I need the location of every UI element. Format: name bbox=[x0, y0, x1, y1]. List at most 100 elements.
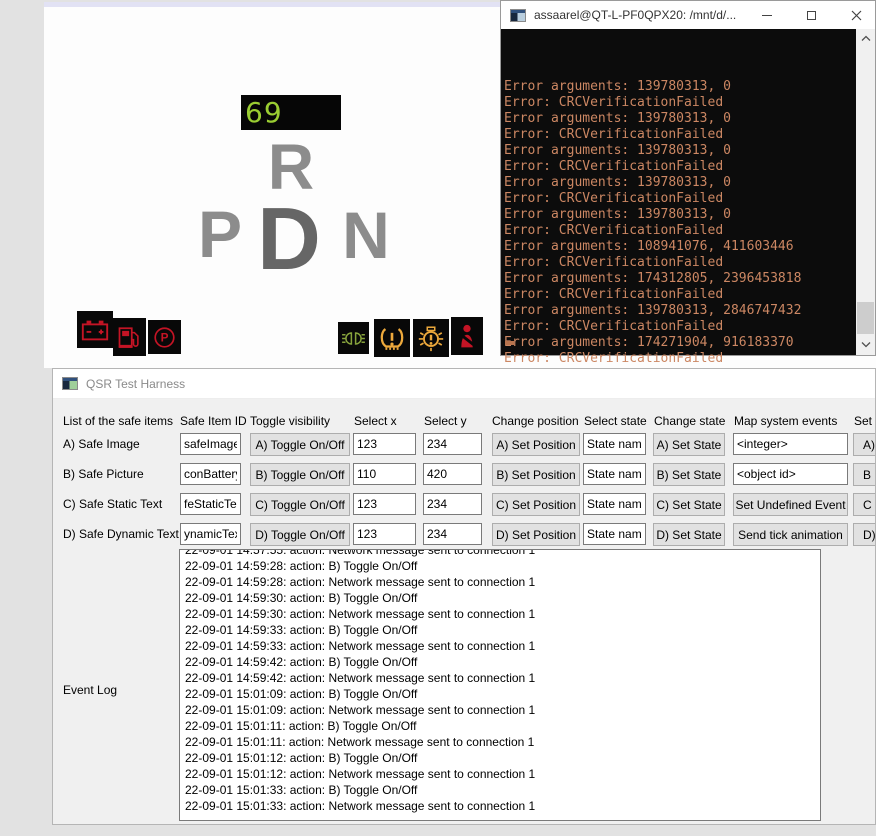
item-b-state-input[interactable] bbox=[583, 463, 646, 485]
terminal-scrollbar[interactable] bbox=[856, 29, 875, 355]
terminal-line: Error arguments: 139780313, 0 bbox=[504, 207, 855, 223]
terminal-maximize-button[interactable] bbox=[789, 1, 834, 29]
event-log-line: 22-09-01 15:01:11: action: Network messa… bbox=[185, 734, 820, 750]
event-log-line: 22-09-01 14:59:30: action: B) Toggle On/… bbox=[185, 590, 820, 606]
event-log-line: 22-09-01 14:59:30: action: Network messa… bbox=[185, 606, 820, 622]
lamp-failure-icon bbox=[413, 319, 449, 357]
terminal-line: Error: CRCVerificationFailed bbox=[504, 191, 855, 207]
terminal-line: Error: CRCVerificationFailed bbox=[504, 255, 855, 271]
column-header-select-y: Select y bbox=[424, 414, 467, 428]
terminal-app-icon bbox=[510, 9, 526, 22]
gear-indicator-park: P bbox=[196, 201, 244, 267]
scrollbar-up-button[interactable] bbox=[856, 31, 875, 46]
item-c-x-input[interactable] bbox=[353, 493, 416, 515]
item-c-undefined-event-button[interactable]: Set Undefined Event bbox=[733, 493, 848, 516]
item-d-set-state-value-button[interactable]: D) S bbox=[853, 523, 876, 546]
item-b-toggle-button[interactable]: B) Toggle On/Off bbox=[250, 463, 350, 486]
event-log-line: 22-09-01 15:01:09: action: B) Toggle On/… bbox=[185, 686, 820, 702]
terminal-titlebar[interactable]: assaarel@QT-L-PF0QPX20: /mnt/d/... bbox=[501, 1, 875, 29]
chevron-up-icon bbox=[861, 35, 871, 42]
qsr-test-harness-window: QSR Test Harness List of the safe items … bbox=[52, 368, 876, 825]
minimize-icon bbox=[762, 15, 772, 16]
terminal-line: Error arguments: 139780313, 0 bbox=[504, 79, 855, 95]
terminal-window: assaarel@QT-L-PF0QPX20: /mnt/d/... Error… bbox=[500, 0, 876, 356]
terminal-line: Error: CRCVerificationFailed bbox=[504, 95, 855, 111]
terminal-line: Error arguments: 174271904, 916183370 bbox=[504, 335, 855, 351]
gear-indicator-drive: D bbox=[255, 195, 323, 283]
item-d-state-input[interactable] bbox=[583, 523, 646, 545]
terminal-line: Error: CRCVerificationFailed bbox=[504, 351, 855, 367]
item-b-set-position-button[interactable]: B) Set Position bbox=[492, 463, 580, 486]
svg-text:P: P bbox=[161, 330, 169, 344]
scrollbar-thumb[interactable] bbox=[857, 302, 874, 334]
terminal-minimize-button[interactable] bbox=[744, 1, 789, 29]
item-c-state-input[interactable] bbox=[583, 493, 646, 515]
item-d-set-position-button[interactable]: D) Set Position bbox=[492, 523, 580, 546]
item-c-y-input[interactable] bbox=[423, 493, 482, 515]
item-c-toggle-button[interactable]: C) Toggle On/Off bbox=[250, 493, 350, 516]
event-log-line: 22-09-01 15:01:12: action: B) Toggle On/… bbox=[185, 750, 820, 766]
terminal-line: Error arguments: 139780313, 0 bbox=[504, 143, 855, 159]
column-header-select-x: Select x bbox=[354, 414, 397, 428]
item-b-y-input[interactable] bbox=[423, 463, 482, 485]
item-c-set-state-value-button[interactable]: C bbox=[853, 493, 876, 516]
item-a-state-input[interactable] bbox=[583, 433, 646, 455]
item-c-set-state-button[interactable]: C) Set State bbox=[653, 493, 725, 516]
item-a-y-input[interactable] bbox=[423, 433, 482, 455]
item-b-x-input[interactable] bbox=[353, 463, 416, 485]
battery-warning-icon bbox=[77, 311, 113, 348]
item-d-toggle-button[interactable]: D) Toggle On/Off bbox=[250, 523, 350, 546]
qsr-window-title: QSR Test Harness bbox=[86, 377, 185, 391]
event-log-line: 22-09-01 14:57:55: action: Network messa… bbox=[185, 549, 820, 558]
item-d-id-input[interactable] bbox=[180, 523, 241, 545]
item-b-set-state-value-button[interactable]: B bbox=[853, 463, 876, 486]
qsr-titlebar[interactable]: QSR Test Harness bbox=[53, 369, 875, 399]
terminal-line: Error: CRCVerificationFailed bbox=[504, 287, 855, 303]
item-a-set-state-button[interactable]: A) Set State bbox=[653, 433, 725, 456]
column-header-safe-item-id: Safe Item ID bbox=[180, 414, 247, 428]
item-a-set-state-value-button[interactable]: A) bbox=[853, 433, 876, 456]
safe-item-row-d: D) Safe Dynamic Text D) Toggle On/Off D)… bbox=[53, 523, 875, 547]
event-log-box[interactable]: 22-09-01 14:57:55: action: Network messa… bbox=[179, 549, 821, 821]
item-a-id-input[interactable] bbox=[180, 433, 241, 455]
item-c-set-position-button[interactable]: C) Set Position bbox=[492, 493, 580, 516]
maximize-icon bbox=[807, 11, 816, 20]
event-log-lines: 22-09-01 14:57:55: action: Network messa… bbox=[180, 549, 820, 814]
position-lamps-icon bbox=[338, 322, 369, 354]
item-c-id-input[interactable] bbox=[180, 493, 241, 515]
terminal-line: Error arguments: 139780313, 2846747432 bbox=[504, 303, 855, 319]
item-d-x-input[interactable] bbox=[353, 523, 416, 545]
safe-item-row-c: C) Safe Static Text C) Toggle On/Off C) … bbox=[53, 493, 875, 517]
terminal-line: Error arguments: 174312805, 2396453818 bbox=[504, 271, 855, 287]
item-d-label: D) Safe Dynamic Text bbox=[63, 527, 179, 541]
item-d-tick-animation-button[interactable]: Send tick animation bbox=[733, 523, 848, 546]
scrollbar-down-button[interactable] bbox=[856, 337, 875, 352]
item-b-id-input[interactable] bbox=[180, 463, 241, 485]
item-c-label: C) Safe Static Text bbox=[63, 497, 162, 511]
item-a-set-position-button[interactable]: A) Set Position bbox=[492, 433, 580, 456]
item-a-x-input[interactable] bbox=[353, 433, 416, 455]
event-log-label: Event Log bbox=[63, 683, 117, 697]
terminal-line: Error arguments: 108941076, 411603446 bbox=[504, 239, 855, 255]
column-header-change-position: Change position bbox=[492, 414, 579, 428]
tpms-warning-icon bbox=[374, 319, 410, 357]
item-a-toggle-button[interactable]: A) Toggle On/Off bbox=[250, 433, 350, 456]
column-header-list: List of the safe items bbox=[63, 414, 173, 428]
seatbelt-warning-icon bbox=[451, 317, 483, 355]
terminal-line: Error: CRCVerificationFailed bbox=[504, 319, 855, 335]
item-a-map-events-input[interactable] bbox=[733, 433, 848, 455]
column-header-select-state: Select state bbox=[584, 414, 647, 428]
event-log-line: 22-09-01 14:59:42: action: Network messa… bbox=[185, 670, 820, 686]
terminal-output: Error arguments: 139780313, 0Error: CRCV… bbox=[504, 31, 855, 383]
item-d-y-input[interactable] bbox=[423, 523, 482, 545]
qsr-client-area: List of the safe items Safe Item ID Togg… bbox=[53, 399, 875, 824]
terminal-line: Error: CRCVerificationFailed bbox=[504, 159, 855, 175]
item-b-set-state-button[interactable]: B) Set State bbox=[653, 463, 725, 486]
event-log-line: 22-09-01 14:59:28: action: Network messa… bbox=[185, 574, 820, 590]
terminal-line: Error: CRCVerificationFailed bbox=[504, 223, 855, 239]
terminal-close-button[interactable] bbox=[834, 1, 875, 29]
item-d-set-state-button[interactable]: D) Set State bbox=[653, 523, 725, 546]
column-header-toggle: Toggle visibility bbox=[250, 414, 330, 428]
item-b-map-events-input[interactable] bbox=[733, 463, 848, 485]
event-log-line: 22-09-01 15:01:33: action: B) Toggle On/… bbox=[185, 782, 820, 798]
